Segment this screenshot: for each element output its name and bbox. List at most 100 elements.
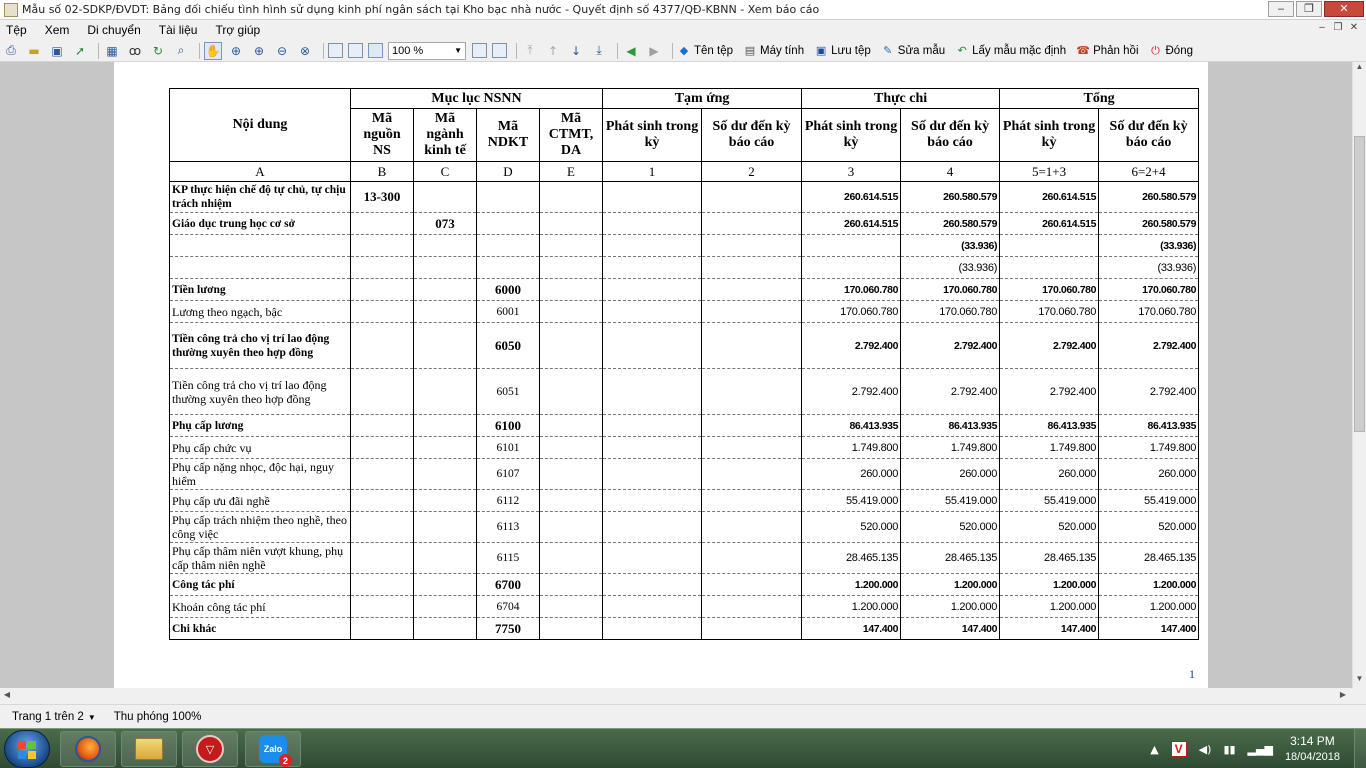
taskbar-zalo[interactable]: Zalo 2: [245, 731, 301, 767]
export-icon[interactable]: ➚: [71, 42, 89, 60]
ma-ctmt-cell: [538, 617, 604, 640]
menu-file[interactable]: Tệp: [6, 23, 27, 37]
save-file-button[interactable]: ▣ Lưu tệp: [814, 44, 871, 58]
scroll-right-icon[interactable]: ▶: [1336, 690, 1350, 699]
tam-ung-so-du-cell: [701, 617, 803, 640]
tam-ung-phat-sinh-cell: [602, 595, 703, 618]
vertical-scrollbar[interactable]: ▲ ▼: [1352, 62, 1366, 688]
print-icon[interactable]: ⎙: [2, 42, 20, 60]
mdi-restore-icon[interactable]: ❐: [1330, 22, 1346, 36]
header-tong-so-du: Số dư đến kỳ báo cáo: [1098, 108, 1200, 162]
restore-button[interactable]: ❐: [1296, 0, 1322, 17]
next-page-icon[interactable]: ↓: [567, 42, 585, 60]
save-icon[interactable]: ▣: [48, 42, 66, 60]
tong-phat-sinh-cell: 1.200.000: [999, 595, 1100, 618]
antivirus-icon[interactable]: V: [1170, 741, 1187, 757]
back-icon[interactable]: ◀: [622, 42, 640, 60]
feedback-button[interactable]: ☎ Phản hồi: [1076, 44, 1138, 58]
zoom-region-icon[interactable]: ⊗: [296, 42, 314, 60]
network-icon[interactable]: ▮▮: [1223, 743, 1235, 756]
tong-phat-sinh-cell: 260.000: [999, 458, 1100, 490]
hand-tool-icon[interactable]: ✋: [204, 41, 222, 60]
ma-nguon-cell: [350, 573, 414, 596]
taskbar-firefox[interactable]: [60, 731, 116, 767]
scroll-up-icon[interactable]: ▲: [1353, 62, 1366, 76]
zoom-out-icon[interactable]: ⊖: [273, 42, 291, 60]
refresh-icon[interactable]: ↻: [149, 42, 167, 60]
close-button[interactable]: ✕: [1324, 0, 1364, 17]
menu-document[interactable]: Tài liệu: [159, 23, 198, 37]
volume-icon[interactable]: ◀): [1199, 743, 1212, 756]
toolbar-separator: [323, 42, 324, 59]
zoom-in-icon[interactable]: ⊕: [227, 42, 245, 60]
tong-so-du-cell: (33.936): [1098, 234, 1200, 257]
actual-size-icon[interactable]: [368, 43, 383, 58]
page-indicator[interactable]: Trang 1 trên 2 ▼: [12, 711, 96, 723]
prev-page-icon[interactable]: ↑: [544, 42, 562, 60]
calculator-button[interactable]: ▤ Máy tính: [743, 44, 804, 58]
ma-ndkt-cell: 6051: [476, 368, 540, 415]
column-index: 6=2+4: [1098, 161, 1200, 182]
horizontal-scrollbar[interactable]: ◀ ▶: [0, 688, 1352, 704]
ma-nganh-cell: [413, 489, 477, 512]
tray-expand-icon[interactable]: ▲: [1150, 743, 1158, 756]
column-index: 1: [602, 161, 703, 182]
mdi-close-icon[interactable]: ✕: [1346, 22, 1362, 36]
ma-ctmt-cell: [538, 511, 604, 543]
last-page-icon[interactable]: ⤓: [590, 42, 608, 60]
table-row: Tiền lương 6000 170.060.780 170.060.780 170.…: [169, 278, 1200, 301]
edit-template-button[interactable]: ✎ Sửa mẫu: [881, 44, 945, 58]
tong-so-du-cell: 1.200.000: [1098, 595, 1200, 618]
thuc-chi-phat-sinh-cell: 1.200.000: [801, 573, 902, 596]
vertical-scroll-thumb[interactable]: [1354, 136, 1365, 432]
ma-ctmt-cell: [538, 322, 604, 369]
table-row: Phụ cấp trách nhiệm theo nghề, theo công…: [169, 511, 1200, 543]
ma-ndkt-cell: 6113: [476, 511, 540, 543]
menu-navigate[interactable]: Di chuyển: [87, 23, 140, 37]
two-page-icon[interactable]: [492, 43, 507, 58]
fit-width-icon[interactable]: [328, 43, 343, 58]
tam-ung-phat-sinh-cell: [602, 300, 703, 323]
scroll-down-icon[interactable]: ▼: [1353, 674, 1366, 688]
mdi-minimize-icon[interactable]: ‒: [1314, 22, 1330, 36]
header-tong-phat-sinh: Phát sinh trong kỳ: [999, 108, 1100, 162]
clock-time: 3:14 PM: [1290, 734, 1335, 748]
toolbar-separator: [617, 42, 618, 59]
ma-ctmt-cell: [538, 489, 604, 512]
close-report-button[interactable]: ⏻ Đóng: [1149, 44, 1193, 58]
zoom-in-alt-icon[interactable]: ⊕: [250, 42, 268, 60]
default-template-button[interactable]: ↶ Lấy mẫu mặc định: [955, 44, 1067, 58]
ma-nganh-cell: [413, 573, 477, 596]
calculator-icon: ▤: [744, 44, 756, 57]
table-row: Công tác phí 6700 1.200.000 1.200.000 1.200.…: [169, 573, 1200, 596]
scroll-left-icon[interactable]: ◀: [0, 690, 14, 699]
ma-ctmt-cell: [538, 436, 604, 459]
tam-ung-so-du-cell: [701, 256, 803, 279]
header-tam-ung: Tạm ứng: [602, 88, 803, 109]
taskbar-explorer[interactable]: [121, 731, 177, 767]
signal-icon[interactable]: ▂▄▆: [1248, 743, 1273, 756]
file-name-button[interactable]: ◆ Tên tệp: [677, 44, 733, 58]
tong-phat-sinh-cell: 147.400: [999, 617, 1100, 640]
report-viewport[interactable]: Nội dung Mục lục NSNN Tạm ứng Thực chi T…: [0, 62, 1352, 688]
clock[interactable]: 3:14 PM 18/04/2018: [1285, 733, 1340, 765]
minimize-button[interactable]: ‒: [1268, 0, 1294, 17]
preview-icon[interactable]: ⌕: [172, 42, 190, 60]
menu-help[interactable]: Trợ giúp: [215, 23, 260, 37]
start-button[interactable]: [4, 730, 50, 768]
fit-page-icon[interactable]: [348, 43, 363, 58]
show-desktop-button[interactable]: [1354, 729, 1366, 768]
tong-so-du-cell: 147.400: [1098, 617, 1200, 640]
undo-arrow-icon: ↶: [957, 44, 967, 57]
binoculars-icon[interactable]: ꝏ: [126, 42, 144, 60]
first-page-icon[interactable]: ⤒: [521, 42, 539, 60]
single-page-icon[interactable]: [472, 43, 487, 58]
forward-icon[interactable]: ▶: [645, 42, 663, 60]
thuc-chi-so-du-cell: (33.936): [900, 234, 1001, 257]
menu-view[interactable]: Xem: [45, 23, 70, 37]
table-icon[interactable]: ▦: [103, 42, 121, 60]
taskbar-kbnn-app[interactable]: ▽: [182, 731, 238, 767]
open-folder-icon[interactable]: ▬: [25, 42, 43, 60]
report-body: KP thực hiện chế độ tự chủ, tự chịu trác…: [169, 181, 1200, 640]
zoom-select[interactable]: 100 % ▼: [388, 41, 466, 60]
